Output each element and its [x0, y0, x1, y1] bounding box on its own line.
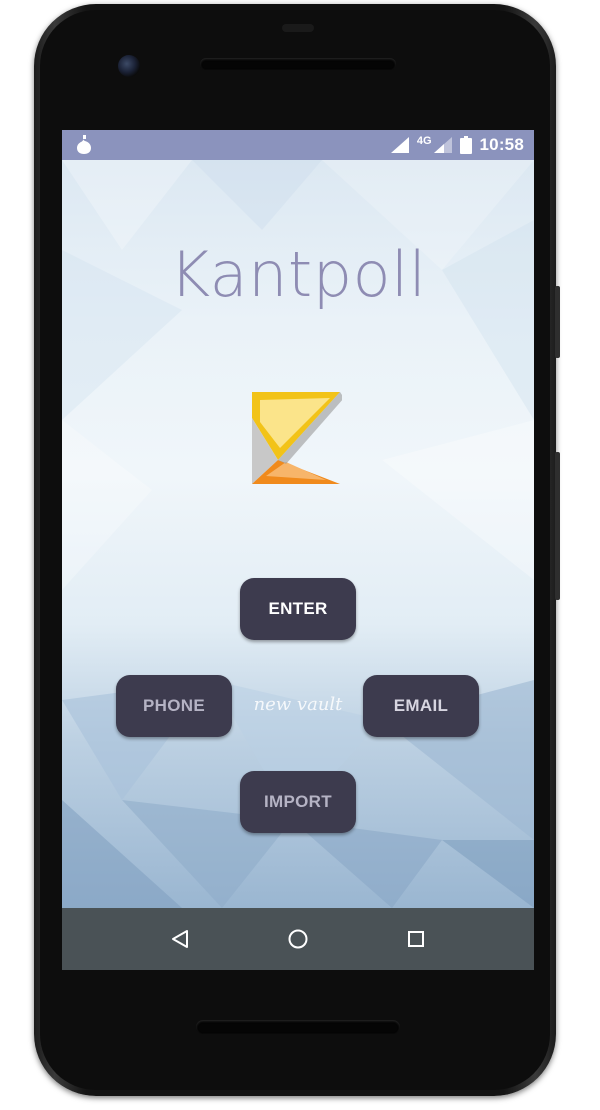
- sensor-slot: [282, 24, 314, 32]
- signal-icon: [390, 137, 409, 153]
- volume-key: [555, 452, 560, 600]
- navigation-bar: [62, 908, 534, 970]
- phone-button[interactable]: PHONE: [116, 675, 232, 737]
- status-time: 10:58: [479, 135, 524, 154]
- email-button[interactable]: EMAIL: [363, 675, 479, 737]
- screen: 4G 10:58 Kantpoll ENTER PHONE new vault …: [62, 130, 534, 970]
- power-key: [555, 286, 560, 358]
- kantpoll-logo-icon: [252, 392, 342, 484]
- bottom-speaker: [196, 1020, 400, 1034]
- drop-icon: [77, 135, 91, 154]
- signal-icon: [433, 137, 452, 153]
- network-type: 4G: [416, 135, 432, 147]
- earpiece-speaker: [200, 58, 396, 70]
- battery-icon: [459, 136, 472, 154]
- home-icon[interactable]: [286, 927, 310, 951]
- enter-button[interactable]: ENTER: [240, 578, 356, 640]
- import-button[interactable]: IMPORT: [240, 771, 356, 833]
- recents-icon[interactable]: [404, 927, 428, 951]
- status-bar: 4G 10:58: [62, 130, 534, 160]
- back-icon[interactable]: [168, 927, 192, 951]
- status-icons: 4G 10:58: [390, 130, 524, 160]
- front-camera: [118, 55, 140, 77]
- app-background: Kantpoll ENTER PHONE new vault EMAIL IMP…: [62, 160, 534, 908]
- new-vault-label: new vault: [253, 694, 343, 715]
- app-title: Kantpoll: [169, 238, 427, 311]
